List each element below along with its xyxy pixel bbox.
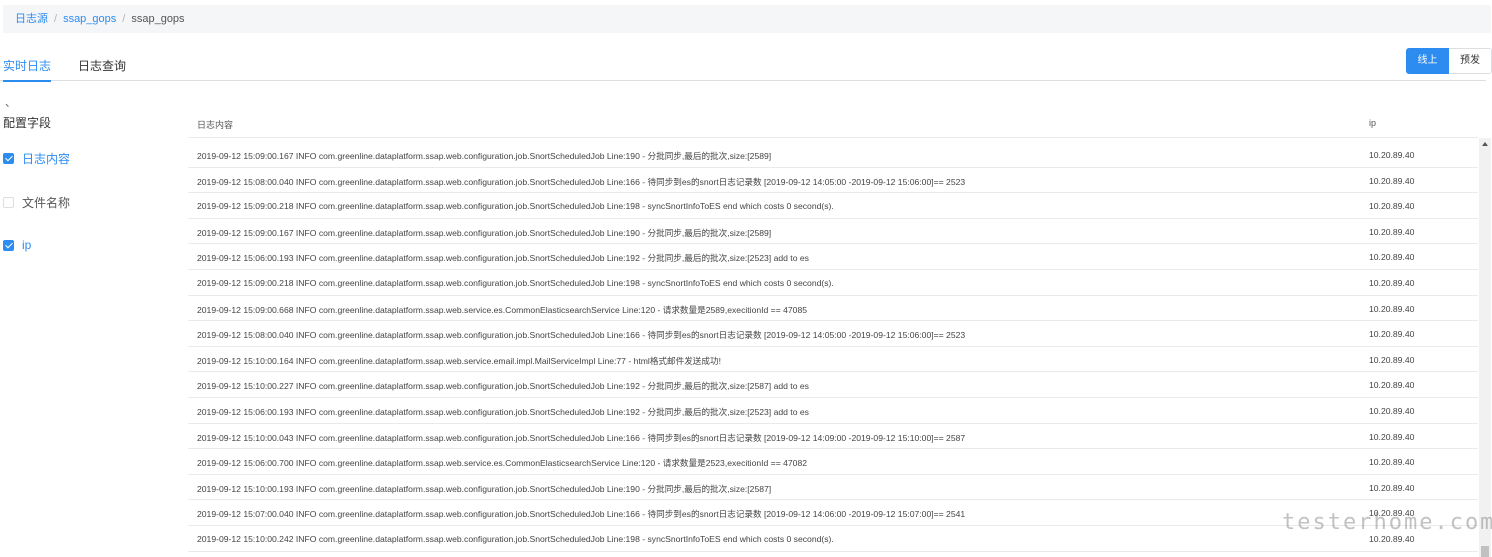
table-row: 2019-09-12 15:09:00.167 INFO com.greenli…: [188, 142, 1478, 168]
tab-realtime-log[interactable]: 实时日志: [3, 57, 52, 82]
ip-cell: 10.20.89.40: [1369, 226, 1415, 237]
table-row: 2019-09-12 15:06:00.193 INFO com.greenli…: [188, 398, 1478, 424]
breadcrumb: 日志源 / ssap_gops / ssap_gops: [3, 5, 1491, 33]
checkbox-checked-icon[interactable]: [3, 239, 14, 251]
stray-mark: 、: [5, 97, 16, 109]
tab-bar: 实时日志 日志查询: [0, 50, 1486, 82]
table-row: 2019-09-12 15:10:00.164 INFO com.greenli…: [188, 347, 1478, 373]
log-content-cell: 2019-09-12 15:10:00.193 INFO com.greenli…: [197, 483, 772, 494]
pre-release-button[interactable]: 预发: [1449, 48, 1492, 74]
checkbox-checked-icon[interactable]: [3, 153, 14, 164]
scroll-thumb[interactable]: [1481, 546, 1489, 557]
checkbox-unchecked-icon[interactable]: [3, 197, 14, 208]
breadcrumb-current: ssap_gops: [131, 13, 185, 25]
table-row: 2019-09-12 15:09:00.668 INFO com.greenli…: [188, 296, 1478, 322]
log-content-cell: 2019-09-12 15:10:00.227 INFO com.greenli…: [197, 381, 809, 392]
log-content-cell: 2019-09-12 15:09:00.167 INFO com.greenli…: [197, 227, 772, 238]
ip-cell: 10.20.89.40: [1369, 533, 1415, 544]
table-row: 2019-09-12 15:06:00.700 INFO com.greenli…: [188, 449, 1478, 475]
watermark: testerhome.com: [1282, 510, 1492, 535]
ip-cell: 10.20.89.40: [1369, 277, 1415, 288]
log-content-cell: 2019-09-12 15:07:00.040 INFO com.greenli…: [197, 509, 966, 520]
ip-cell: 10.20.89.40: [1369, 303, 1415, 314]
field-label: 日志内容: [22, 152, 71, 166]
log-content-cell: 2019-09-12 15:10:00.043 INFO com.greenli…: [197, 432, 966, 443]
field-file-name-checkbox[interactable]: 文件名称: [3, 194, 70, 211]
tab-log-query[interactable]: 日志查询: [78, 57, 126, 74]
log-content-cell: 2019-09-12 15:08:00.040 INFO com.greenli…: [197, 330, 966, 341]
breadcrumb-log-source[interactable]: 日志源: [15, 13, 48, 25]
log-content-cell: 2019-09-12 15:10:00.164 INFO com.greenli…: [197, 355, 721, 366]
table-row: 2019-09-12 15:09:00.218 INFO com.greenli…: [188, 270, 1478, 296]
field-ip-checkbox[interactable]: ip: [3, 238, 31, 252]
ip-cell: 10.20.89.40: [1369, 150, 1415, 160]
ip-cell: 10.20.89.40: [1369, 201, 1415, 212]
scroll-up-arrow-icon[interactable]: [1482, 142, 1488, 146]
ip-cell: 10.20.89.40: [1369, 252, 1415, 263]
table-row: 2019-09-12 15:06:00.193 INFO com.greenli…: [188, 244, 1478, 270]
log-content-cell: 2019-09-12 15:06:00.193 INFO com.greenli…: [197, 406, 809, 417]
column-header-ip: ip: [1369, 118, 1377, 128]
table-row: 2019-09-12 15:10:00.043 INFO com.greenli…: [188, 424, 1478, 450]
log-content-cell: 2019-09-12 15:09:00.668 INFO com.greenli…: [197, 304, 808, 315]
ip-cell: 10.20.89.40: [1369, 457, 1415, 468]
log-content-cell: 2019-09-12 15:09:00.218 INFO com.greenli…: [197, 201, 834, 212]
ip-cell: 10.20.89.40: [1369, 380, 1415, 391]
log-content-cell: 2019-09-12 15:09:00.218 INFO com.greenli…: [197, 277, 834, 288]
log-content-cell: 2019-09-12 15:09:00.167 INFO com.greenli…: [197, 151, 772, 161]
ip-cell: 10.20.89.40: [1369, 329, 1415, 340]
ip-cell: 10.20.89.40: [1369, 354, 1415, 365]
log-content-cell: 2019-09-12 15:10:00.242 INFO com.greenli…: [197, 533, 834, 544]
table-row: 2019-09-12 15:09:00.218 INFO com.greenli…: [188, 193, 1478, 219]
table-row: 2019-09-12 15:10:00.193 INFO com.greenli…: [188, 475, 1478, 501]
log-table-header: 日志内容 ip: [188, 106, 1478, 138]
table-row: 2019-09-12 15:08:00.040 INFO com.greenli…: [188, 168, 1478, 194]
table-scrollbar[interactable]: [1479, 138, 1491, 557]
breadcrumb-separator: /: [54, 13, 58, 25]
log-content-cell: 2019-09-12 15:06:00.700 INFO com.greenli…: [197, 458, 808, 469]
field-label: ip: [22, 238, 32, 252]
ip-cell: 10.20.89.40: [1369, 405, 1415, 416]
config-fields-title: 配置字段: [3, 116, 52, 130]
breadcrumb-separator: /: [122, 13, 126, 25]
ip-cell: 10.20.89.40: [1369, 431, 1415, 442]
field-log-content-checkbox[interactable]: 日志内容: [3, 150, 70, 167]
log-table-body[interactable]: 2019-09-12 15:09:00.167 INFO com.greenli…: [188, 142, 1478, 557]
log-content-cell: 2019-09-12 15:08:00.040 INFO com.greenli…: [197, 176, 966, 187]
log-content-cell: 2019-09-12 15:06:00.193 INFO com.greenli…: [197, 253, 809, 264]
ip-cell: 10.20.89.40: [1369, 175, 1415, 186]
column-header-log-content: 日志内容: [197, 120, 234, 130]
table-row: 2019-09-12 15:09:00.167 INFO com.greenli…: [188, 219, 1478, 245]
table-row: 2019-09-12 15:08:00.040 INFO com.greenli…: [188, 321, 1478, 347]
ip-cell: 10.20.89.40: [1369, 482, 1415, 493]
online-button[interactable]: 线上: [1406, 48, 1449, 74]
breadcrumb-parent[interactable]: ssap_gops: [63, 13, 116, 25]
field-label: 文件名称: [22, 196, 71, 210]
environment-toggle: 线上 预发: [1406, 48, 1492, 74]
table-row: 2019-09-12 15:10:00.227 INFO com.greenli…: [188, 372, 1478, 398]
